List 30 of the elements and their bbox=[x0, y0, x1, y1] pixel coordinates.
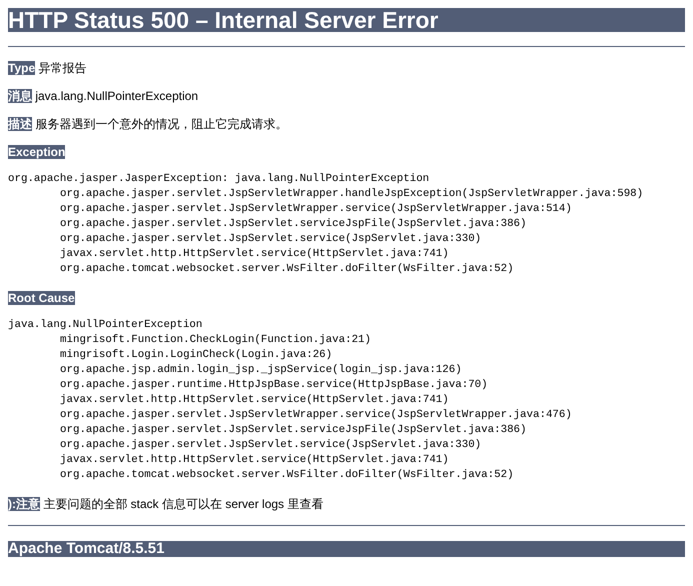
stack-trace-line: org.apache.jasper.servlet.JspServletWrapper.service(JspServletWrapper.java:514) bbox=[59, 202, 573, 217]
server-version: Apache Tomcat/8.5.51 bbox=[8, 540, 164, 557]
stack-trace-line: org.apache.jasper.servlet.JspServletWrapper.service(JspServletWrapper.java:476) bbox=[59, 408, 573, 423]
stack-trace-line: mingrisoft.Login.LoginCheck(Login.java:26) bbox=[59, 348, 334, 363]
stack-trace-line: org.apache.jasper.servlet.JspServlet.serviceJspFile(JspServlet.java:386) bbox=[59, 217, 528, 232]
field-value: 异常报告 bbox=[38, 61, 86, 75]
page-title: HTTP Status 500 – Internal Server Error bbox=[8, 8, 685, 32]
field-value: 主要问题的全部 stack 信息可以在 server logs 里查看 bbox=[43, 497, 324, 511]
stack-trace-line: org.apache.jsp.admin.login_jsp._jspService(login_jsp.java:126) bbox=[59, 363, 463, 378]
stack-trace-line: org.apache.jasper.runtime.HttpJspBase.service(HttpJspBase.java:70) bbox=[59, 378, 489, 393]
stack-trace-line: mingrisoft.Function.CheckLogin(Function.java:21) bbox=[59, 333, 372, 348]
stack-trace-line: org.apache.jasper.servlet.JspServletWrapper.handleJspException(JspServletWrapper.java:598) bbox=[59, 187, 644, 202]
stack-trace-line: org.apache.tomcat.websocket.server.WsFilter.doFilter(WsFilter.java:52) bbox=[59, 468, 515, 483]
field-value: java.lang.NullPointerException bbox=[35, 89, 198, 103]
section-heading: Root Cause bbox=[8, 291, 75, 305]
field-label: ):注意 bbox=[8, 497, 40, 511]
stack-trace-line: javax.servlet.http.HttpServlet.service(HttpServlet.java:741) bbox=[59, 453, 450, 468]
section-heading: Exception bbox=[8, 145, 66, 159]
stack-trace-line: javax.servlet.http.HttpServlet.service(HttpServlet.java:741) bbox=[59, 393, 450, 408]
stack-trace-line: org.apache.jasper.JasperException: java.lang.NullPointerException bbox=[8, 172, 430, 187]
stack-trace-line: java.lang.NullPointerException bbox=[8, 318, 204, 333]
field-label: Type bbox=[8, 61, 36, 75]
field-label: 消息 bbox=[8, 89, 32, 103]
stack-trace-line: org.apache.jasper.servlet.JspServlet.service(JspServlet.java:330) bbox=[59, 438, 482, 453]
stack-trace-line: org.apache.tomcat.websocket.server.WsFilter.doFilter(WsFilter.java:52) bbox=[59, 262, 515, 277]
stack-trace-line: javax.servlet.http.HttpServlet.service(HttpServlet.java:741) bbox=[59, 247, 450, 262]
stack-trace-line: org.apache.jasper.servlet.JspServlet.service(JspServlet.java:330) bbox=[59, 232, 482, 247]
stack-trace-line: org.apache.jasper.servlet.JspServlet.serviceJspFile(JspServlet.java:386) bbox=[59, 423, 528, 438]
field-label: 描述 bbox=[8, 117, 32, 131]
field-value: 服务器遇到一个意外的情况，阻止它完成请求。 bbox=[35, 117, 288, 131]
